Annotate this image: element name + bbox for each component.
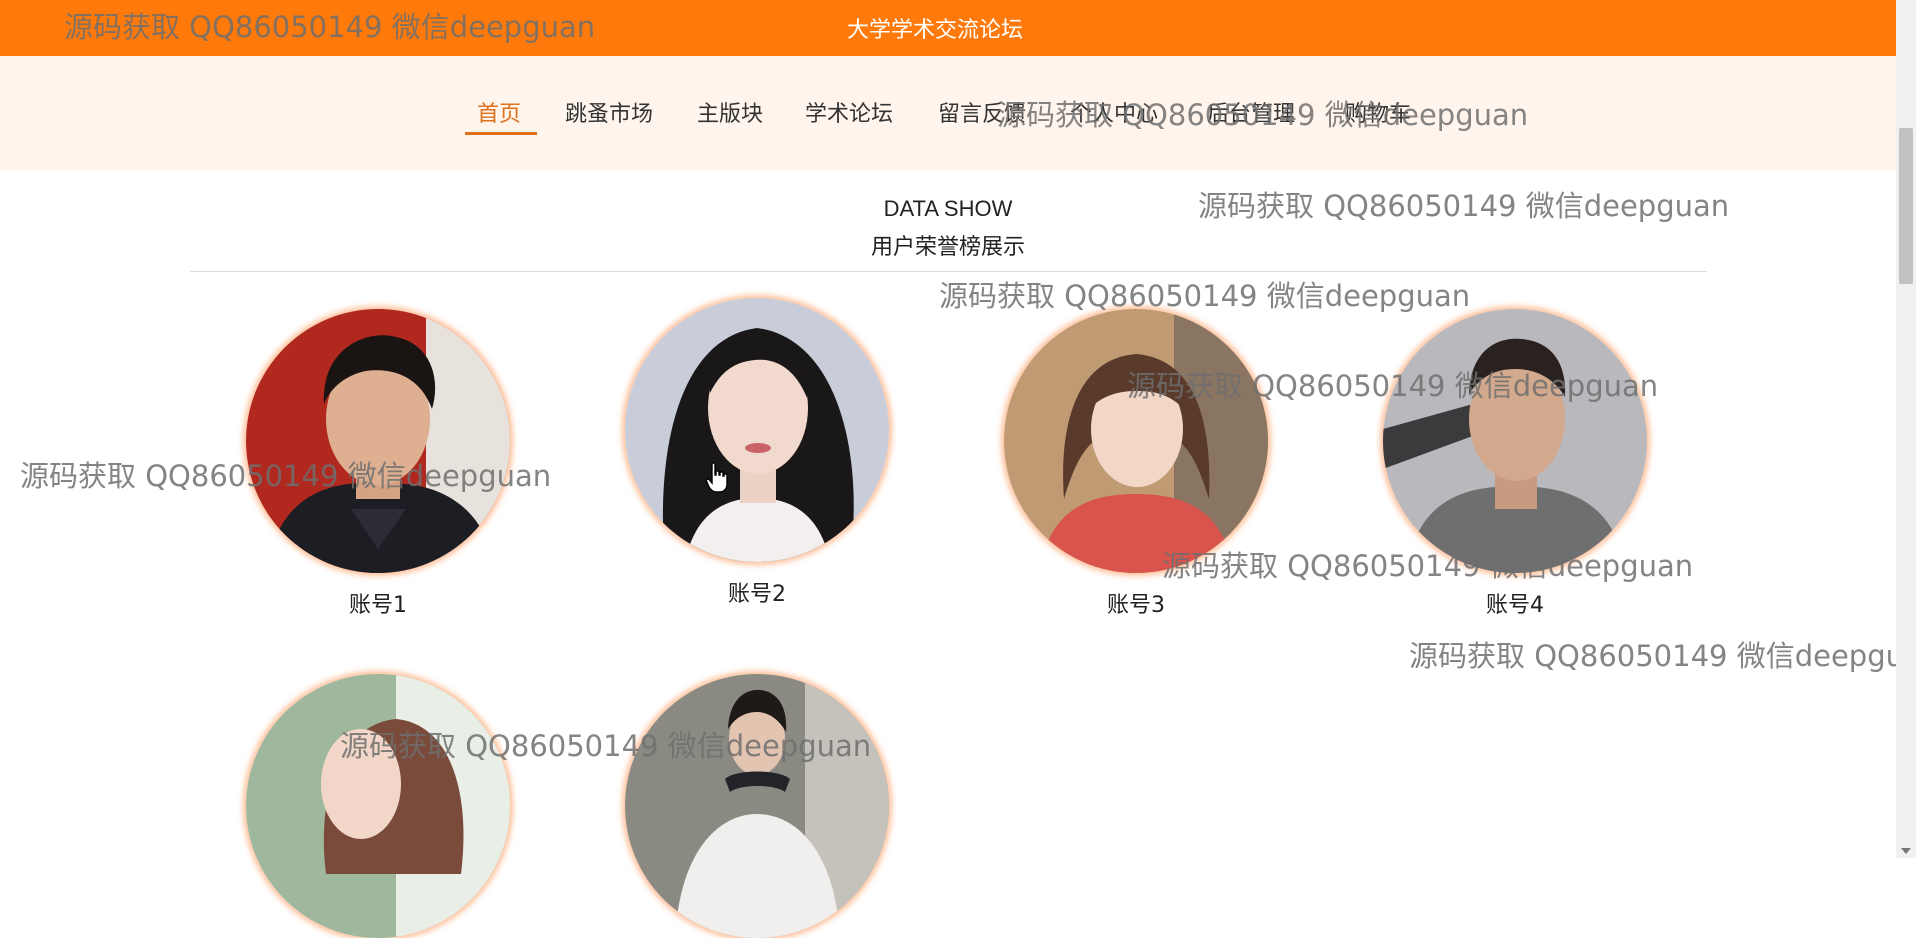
- account-label-1: 账号1: [349, 593, 407, 618]
- active-nav-underline: [465, 132, 537, 135]
- vertical-scrollbar[interactable]: [1896, 0, 1916, 858]
- watermark-text: 源码获取 QQ86050149 微信deepguan: [939, 279, 1471, 313]
- account-label-4: 账号4: [1486, 593, 1544, 618]
- nav-item-academic-forum[interactable]: 学术论坛: [805, 96, 893, 128]
- watermark-text: 源码获取 QQ86050149 微信deepguan: [1409, 639, 1916, 673]
- user-avatar-2[interactable]: [625, 298, 889, 562]
- section-divider: [190, 271, 1707, 272]
- section-title-en: DATA SHOW: [883, 196, 1013, 221]
- user-avatar-6[interactable]: [625, 674, 889, 938]
- user-avatar-4[interactable]: [1383, 309, 1647, 573]
- user-avatar-1[interactable]: [246, 309, 510, 573]
- nav-item-personal-center[interactable]: 个人中心: [1070, 96, 1158, 128]
- watermark-text: 源码获取 QQ86050149 微信deepguan: [1162, 549, 1694, 583]
- scrollbar-thumb[interactable]: [1899, 128, 1913, 284]
- account-label-2: 账号2: [728, 582, 786, 607]
- nav-item-feedback[interactable]: 留言反馈: [938, 96, 1026, 128]
- main-nav: 首页 跳蚤市场 主版块 学术论坛 留言反馈 个人中心 后台管理 购物车: [0, 56, 1896, 170]
- hand-cursor-icon: [705, 462, 730, 498]
- section-title-cn: 用户荣誉榜展示: [870, 235, 1025, 260]
- nav-item-cart[interactable]: 购物车: [1345, 96, 1411, 128]
- user-avatar-5[interactable]: [246, 674, 510, 938]
- nav-item-home[interactable]: 首页: [477, 96, 521, 128]
- nav-item-flea-market[interactable]: 跳蚤市场: [565, 96, 653, 128]
- scroll-down-arrow-icon[interactable]: [1901, 848, 1911, 854]
- user-avatar-3[interactable]: [1004, 309, 1268, 573]
- top-header-bar: 大学学术交流论坛: [0, 0, 1896, 56]
- nav-item-main-board[interactable]: 主版块: [697, 96, 763, 128]
- nav-item-admin[interactable]: 后台管理: [1207, 96, 1295, 128]
- site-title: 大学学术交流论坛: [846, 18, 1023, 43]
- account-label-3: 账号3: [1107, 593, 1165, 618]
